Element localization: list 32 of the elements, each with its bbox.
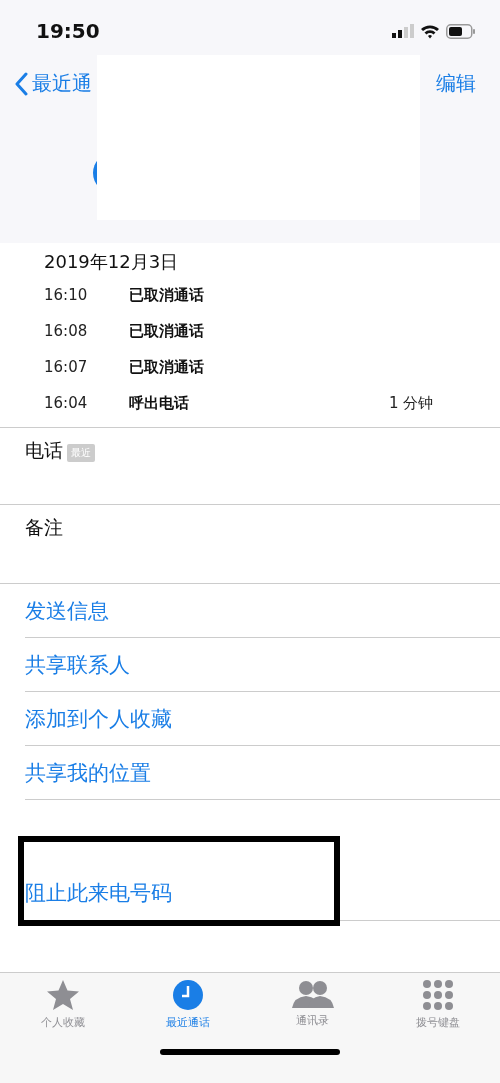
- signal-icon: [392, 24, 414, 38]
- notes-label: 备注: [25, 515, 63, 540]
- call-time: 16:08: [44, 322, 89, 340]
- phone-label: 电话: [25, 438, 63, 463]
- call-time: 16:10: [44, 286, 89, 304]
- call-type: 已取消通话: [129, 357, 205, 377]
- people-icon: [291, 979, 334, 1009]
- status-time: 19:50: [36, 19, 100, 43]
- star-icon: [45, 979, 80, 1011]
- clock-icon: [171, 979, 204, 1011]
- action-link[interactable]: 发送信息: [25, 584, 500, 638]
- call-time: 16:04: [44, 394, 89, 412]
- call-type: 已取消通话: [129, 321, 205, 341]
- call-duration: 1 分钟: [389, 393, 434, 413]
- back-button[interactable]: 最近通: [14, 70, 92, 97]
- tab[interactable]: 个人收藏: [0, 979, 125, 1047]
- action-link[interactable]: 共享我的位置: [25, 746, 500, 800]
- edit-button[interactable]: 编辑: [436, 70, 476, 97]
- tab[interactable]: 拨号键盘: [375, 979, 500, 1047]
- block-caller-link[interactable]: 阻止此来电号码: [25, 879, 172, 907]
- action-link[interactable]: 共享联系人: [25, 638, 500, 692]
- tab[interactable]: 最近通话: [125, 979, 250, 1047]
- wifi-icon: [420, 23, 440, 39]
- keypad-icon: [421, 979, 454, 1011]
- call-date: 2019年12月3日: [44, 250, 180, 274]
- call-time: 16:07: [44, 358, 89, 376]
- call-type: 已取消通话: [129, 285, 205, 305]
- chevron-left-icon: [14, 71, 28, 96]
- battery-icon: [446, 23, 476, 39]
- call-type: 呼出电话: [129, 393, 190, 413]
- action-link[interactable]: 添加到个人收藏: [25, 692, 500, 746]
- tab[interactable]: 通讯录: [250, 979, 375, 1047]
